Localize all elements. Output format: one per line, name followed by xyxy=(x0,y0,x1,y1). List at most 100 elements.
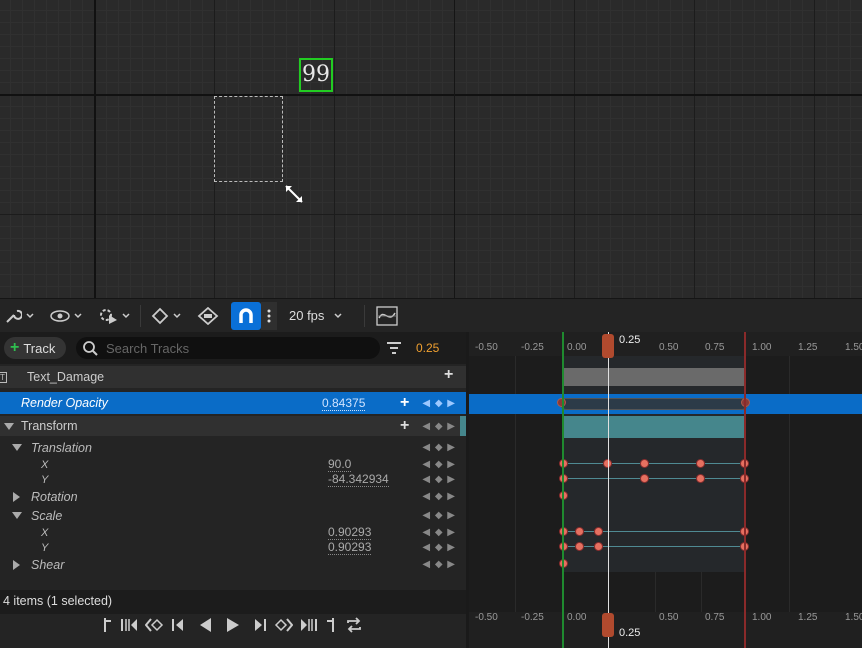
keyframe[interactable] xyxy=(575,542,584,551)
track-row-translation[interactable]: Translation ◀ ◆ ▶ xyxy=(0,439,466,456)
transform-section[interactable] xyxy=(563,416,745,438)
snapping-toggle-button[interactable] xyxy=(231,301,261,330)
key-options-button[interactable] xyxy=(147,303,185,329)
ruler-label: -0.50 xyxy=(475,342,498,353)
scale-x-value[interactable]: 0.90293 xyxy=(328,525,372,540)
render-opacity-section[interactable] xyxy=(560,398,748,410)
track-row-rotation[interactable]: Rotation ◀ ◆ ▶ xyxy=(0,488,466,505)
wrench-icon xyxy=(6,309,22,323)
ruler-label: 0.75 xyxy=(705,342,725,353)
playback-start-marker[interactable] xyxy=(562,332,564,648)
chevron-down-icon xyxy=(122,312,130,318)
search-tracks-input[interactable]: Search Tracks xyxy=(76,337,380,359)
keyframe[interactable] xyxy=(575,527,584,536)
search-icon xyxy=(83,341,98,356)
view-options-button[interactable] xyxy=(46,303,86,329)
track-row-scale[interactable]: Scale ◀ ◆ ▶ xyxy=(0,507,466,524)
render-opacity-value[interactable]: 0.84375 xyxy=(322,396,366,411)
playhead-line[interactable] xyxy=(608,332,609,648)
key-navigation[interactable]: ◀ ◆ ▶ xyxy=(422,542,456,553)
translation-y-value[interactable]: -84.342934 xyxy=(328,472,389,487)
keyframe[interactable] xyxy=(640,474,649,483)
sequencer-toolbar: 20 fps xyxy=(0,298,862,332)
auto-key-icon xyxy=(197,306,219,325)
add-track-label: Track xyxy=(23,340,56,356)
key-navigation[interactable]: ◀ ◆ ▶ xyxy=(422,398,456,409)
track-row-translation-x[interactable]: X 90.0 ◀ ◆ ▶ xyxy=(0,457,466,472)
timeline-panel[interactable]: -0.50 -0.25 0.00 0.50 0.75 1.00 1.25 1.5… xyxy=(469,332,862,648)
track-row-translation-y[interactable]: Y -84.342934 ◀ ◆ ▶ xyxy=(0,472,466,487)
chevron-down-icon xyxy=(173,312,181,318)
previous-key-icon[interactable] xyxy=(145,617,165,633)
keyframe[interactable] xyxy=(696,474,705,483)
playback-options-button[interactable] xyxy=(94,303,134,329)
set-start-icon[interactable] xyxy=(103,617,113,633)
ruler-label: 1.25 xyxy=(798,612,818,623)
key-navigation[interactable]: ◀ ◆ ▶ xyxy=(422,421,456,432)
magnet-icon xyxy=(239,307,253,323)
key-navigation[interactable]: ◀ ◆ ▶ xyxy=(422,559,456,570)
section-bar-text-damage[interactable] xyxy=(563,368,745,386)
auto-key-button[interactable] xyxy=(193,303,223,329)
key-navigation[interactable]: ◀ ◆ ▶ xyxy=(422,474,456,485)
designer-viewport[interactable]: 99 xyxy=(0,0,862,298)
key-navigation[interactable]: ◀ ◆ ▶ xyxy=(422,510,456,521)
channel-label: X xyxy=(41,526,49,539)
transport-controls xyxy=(0,608,466,642)
play-reverse-icon[interactable] xyxy=(197,616,213,634)
current-time-value[interactable]: 0.25 xyxy=(416,341,439,355)
track-row-shear[interactable]: Shear ◀ ◆ ▶ xyxy=(0,556,466,573)
track-color-tint xyxy=(460,416,466,436)
step-forward-icon[interactable] xyxy=(253,617,267,633)
key-navigation[interactable]: ◀ ◆ ▶ xyxy=(422,491,456,502)
filter-icon[interactable] xyxy=(386,341,402,355)
track-outliner: + Track Search Tracks 0.25 T Text_Damage… xyxy=(0,332,466,648)
expand-arrow-icon[interactable] xyxy=(12,444,22,451)
ruler-label: 0.50 xyxy=(659,612,679,623)
translation-x-value[interactable]: 90.0 xyxy=(328,457,352,472)
curve-editor-icon[interactable] xyxy=(375,304,399,328)
key-navigation[interactable]: ◀ ◆ ▶ xyxy=(422,459,456,470)
time-ruler-bottom[interactable]: -0.50 -0.25 0.00 0.50 0.75 1.00 1.25 1.5… xyxy=(469,612,862,648)
scale-y-value[interactable]: 0.90293 xyxy=(328,540,372,555)
add-key-button[interactable]: + xyxy=(400,394,409,412)
jump-to-start-icon[interactable] xyxy=(119,617,139,633)
set-end-icon[interactable] xyxy=(325,617,335,633)
track-row-transform[interactable]: Transform + ◀ ◆ ▶ xyxy=(0,416,466,436)
viewport-axis-horizontal xyxy=(0,94,862,96)
snapping-options-button[interactable] xyxy=(261,301,277,330)
playhead-handle-top[interactable] xyxy=(602,334,614,358)
track-row-scale-y[interactable]: Y 0.90293 ◀ ◆ ▶ xyxy=(0,540,466,555)
gear-play-icon xyxy=(100,308,117,324)
keyframe[interactable] xyxy=(594,527,603,536)
keyframe[interactable] xyxy=(696,459,705,468)
chevron-down-icon xyxy=(334,312,342,318)
add-key-button[interactable]: + xyxy=(400,417,409,435)
keyframe[interactable] xyxy=(640,459,649,468)
time-ruler-top[interactable]: -0.50 -0.25 0.00 0.50 0.75 1.00 1.25 1.5… xyxy=(469,332,862,356)
track-label: Scale xyxy=(31,508,63,523)
add-track-button[interactable]: + Track xyxy=(4,337,66,359)
loop-icon[interactable] xyxy=(345,617,363,633)
track-row-scale-x[interactable]: X 0.90293 ◀ ◆ ▶ xyxy=(0,525,466,540)
key-navigation[interactable]: ◀ ◆ ▶ xyxy=(422,527,456,538)
ruler-label: 1.50 xyxy=(845,612,862,623)
track-row-text-damage[interactable]: T Text_Damage + xyxy=(0,366,466,388)
next-key-icon[interactable] xyxy=(273,617,293,633)
expand-arrow-icon[interactable] xyxy=(13,559,20,570)
expand-arrow-icon[interactable] xyxy=(12,512,22,519)
key-navigation[interactable]: ◀ ◆ ▶ xyxy=(422,442,456,453)
playback-end-marker[interactable] xyxy=(744,332,746,648)
step-back-icon[interactable] xyxy=(171,617,185,633)
frame-rate-dropdown[interactable]: 20 fps xyxy=(289,308,342,323)
playhead-handle-bottom[interactable] xyxy=(602,613,614,637)
jump-to-end-icon[interactable] xyxy=(299,617,319,633)
play-icon[interactable] xyxy=(225,616,241,634)
text-damage-widget[interactable]: 99 xyxy=(299,58,333,92)
add-subtrack-button[interactable]: + xyxy=(444,366,453,384)
keyframe[interactable] xyxy=(594,542,603,551)
track-row-render-opacity[interactable]: Render Opacity 0.84375 + ◀ ◆ ▶ xyxy=(0,392,466,414)
expand-arrow-icon[interactable] xyxy=(4,422,14,430)
expand-arrow-icon[interactable] xyxy=(13,491,20,502)
tools-menu-button[interactable] xyxy=(0,303,38,329)
